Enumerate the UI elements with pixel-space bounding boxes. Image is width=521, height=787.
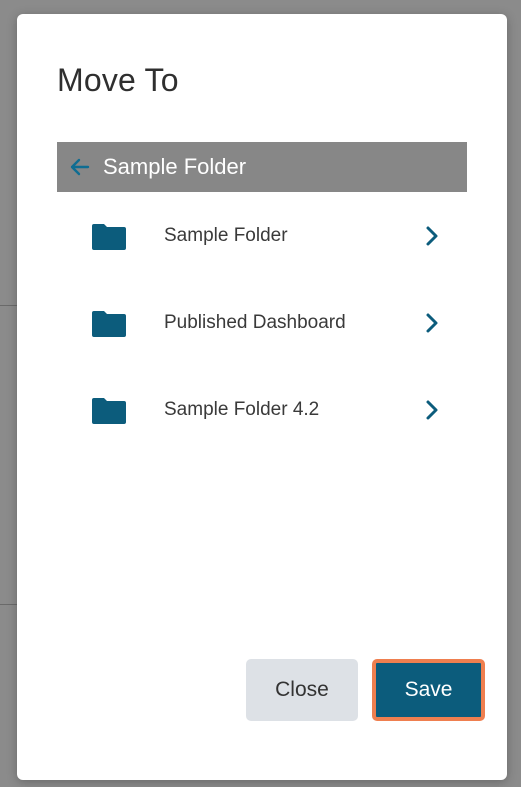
folder-list: Sample Folder Published Dashboard Sample…: [57, 192, 467, 453]
move-to-dialog: Move To Sample Folder Sample Folder Publ…: [17, 14, 507, 780]
folder-icon: [91, 223, 127, 251]
chevron-right-icon[interactable]: [425, 312, 439, 334]
save-button[interactable]: Save: [372, 659, 485, 721]
folder-item[interactable]: Published Dashboard: [57, 279, 467, 366]
breadcrumb: Sample Folder: [57, 142, 467, 192]
arrow-left-icon[interactable]: [69, 156, 91, 178]
background-divider: [0, 604, 18, 605]
breadcrumb-current-folder: Sample Folder: [103, 154, 247, 179]
folder-name: Sample Folder: [164, 225, 288, 246]
folder-icon: [91, 397, 127, 425]
chevron-right-icon[interactable]: [425, 399, 439, 421]
dialog-title: Move To: [57, 62, 179, 98]
folder-item[interactable]: Sample Folder: [57, 192, 467, 279]
folder-name: Published Dashboard: [164, 312, 346, 333]
chevron-right-icon[interactable]: [425, 225, 439, 247]
close-button[interactable]: Close: [246, 659, 358, 721]
folder-name: Sample Folder 4.2: [164, 399, 320, 420]
folder-icon: [91, 310, 127, 338]
folder-item[interactable]: Sample Folder 4.2: [57, 366, 467, 453]
background-divider: [0, 305, 18, 306]
